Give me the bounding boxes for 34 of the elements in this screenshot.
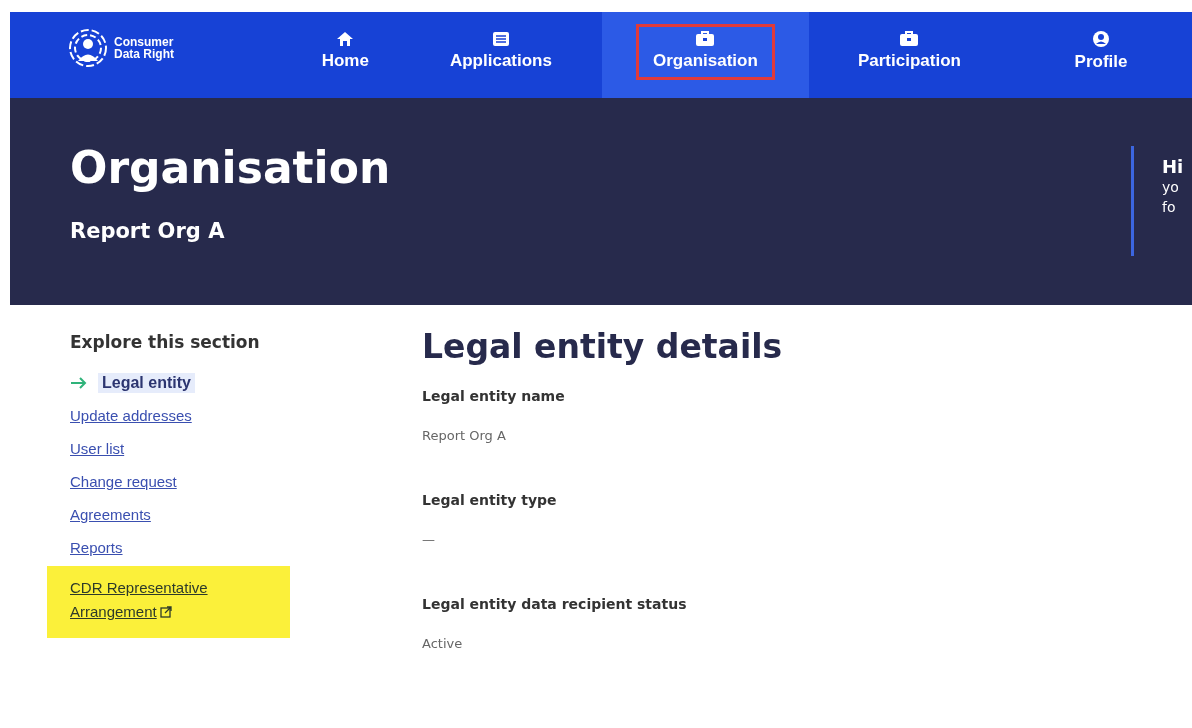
home-icon xyxy=(336,31,355,47)
logo-text[interactable]: Consumer Data Right xyxy=(114,36,174,60)
sidebar-link[interactable]: Legal entity xyxy=(98,372,195,393)
field-value: — xyxy=(422,532,436,549)
sidebar-link[interactable]: Change request xyxy=(70,473,177,490)
briefcase-icon xyxy=(899,31,920,47)
logo-icon xyxy=(68,28,108,68)
external-link-icon xyxy=(159,606,172,618)
field-label: Legal entity data recipient status xyxy=(422,596,688,612)
nav-tab[interactable]: Participation xyxy=(840,24,978,80)
callout-title: Hi xyxy=(1162,156,1185,177)
nav-tab[interactable]: Home xyxy=(304,24,386,80)
callout-text: yo xyxy=(1162,178,1180,197)
field-label: Legal entity type xyxy=(422,492,558,508)
nav-tab[interactable]: Applications xyxy=(432,24,569,80)
nav-tab[interactable]: Organisation xyxy=(635,24,775,80)
sidebar-link[interactable]: Update addresses xyxy=(70,407,192,424)
sidebar-link[interactable]: CDR Representative Arrangement xyxy=(70,576,270,624)
briefcase-icon xyxy=(695,31,716,47)
section-title: Legal entity details xyxy=(422,327,783,366)
user-icon xyxy=(1092,30,1110,48)
sidebar-link[interactable]: Reports xyxy=(70,539,123,556)
field-value: Report Org A xyxy=(422,428,507,445)
sidebar-link[interactable]: User list xyxy=(70,440,125,457)
field-label: Legal entity name xyxy=(422,388,566,404)
callout-text: fo xyxy=(1162,198,1177,217)
page-title: Organisation xyxy=(70,142,391,193)
arrow-icon xyxy=(70,376,88,389)
section-heading: Explore this section xyxy=(70,332,260,352)
field-value: Active xyxy=(422,636,464,653)
nav-tab[interactable]: Profile xyxy=(1057,23,1145,81)
sidebar-link[interactable]: Agreements xyxy=(70,506,151,523)
list-icon xyxy=(491,31,510,47)
page-subtitle: Report Org A xyxy=(70,219,226,243)
